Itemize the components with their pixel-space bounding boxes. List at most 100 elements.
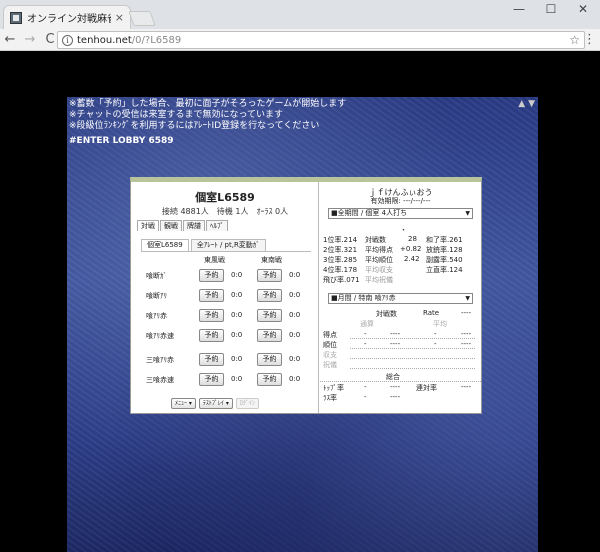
tab-watch[interactable]: 観戦 xyxy=(160,220,182,231)
stat-deal-in-rate: 放銃率.128 xyxy=(426,246,463,254)
browser-menu-icon[interactable]: ⋮ xyxy=(583,32,596,47)
col-east-header: 東風戦 xyxy=(204,256,225,264)
tab-close-icon[interactable]: × xyxy=(115,11,124,24)
rule-name: 喰ｱﾘ赤速 xyxy=(146,332,174,340)
east-count: 0:0 xyxy=(231,291,243,299)
reserve-south-button[interactable]: 予約 xyxy=(257,269,282,282)
url-text[interactable]: tenhou.net/0/?L6589 xyxy=(77,35,569,46)
browser-tab[interactable]: オンライン対戦麻雀 天鳳 / × xyxy=(3,5,131,29)
rule-row: 喰ｱﾘ赤 予約 0:0 予約 0:0 xyxy=(141,308,311,324)
last-rate-label: ﾗｽ率 xyxy=(323,394,337,402)
back-icon[interactable]: ← xyxy=(0,32,20,47)
cell-dashes: ---- xyxy=(390,330,401,338)
row-income-label: 収支 xyxy=(323,351,337,359)
cell-dash: - xyxy=(434,340,437,348)
cell-dash: - xyxy=(364,340,367,348)
reserve-south-button[interactable]: 予約 xyxy=(257,289,282,302)
info-icon[interactable]: i xyxy=(62,34,73,46)
reserve-south-button[interactable]: 予約 xyxy=(257,329,282,342)
tab-log[interactable]: 牌譜 xyxy=(183,220,205,231)
chevron-down-icon: ▼ xyxy=(465,295,470,302)
cell-dashes: ---- xyxy=(461,340,472,348)
forward-icon[interactable]: → xyxy=(20,32,40,47)
stat-games-label: 対戦数 xyxy=(365,236,386,244)
rule-row: 三喰赤速 予約 0:0 予約 0:0 xyxy=(141,372,311,388)
reserve-east-button[interactable]: 予約 xyxy=(199,269,224,282)
renpai-label: 連対率 xyxy=(416,384,437,392)
page-viewport: ※蓄数「予約」した場合、最初に面子がそろったゲームが開始します ※チャットの受信… xyxy=(0,52,600,552)
reserve-south-button[interactable]: 予約 xyxy=(257,353,282,366)
stat-win-rate: 和了率.261 xyxy=(426,236,463,244)
stat-bust-rate: 飛び率.071 xyxy=(323,276,360,284)
tab-play[interactable]: 対戦 xyxy=(137,220,159,231)
cell-dashes: ---- xyxy=(390,393,401,401)
reservation-grid: 東風戦 東南戦 喰断ｶﾞ 予約 0:0 予約 0:0 喰断ｱﾘ 予約 0:0 予… xyxy=(141,251,311,401)
east-count: 0:0 xyxy=(231,375,243,383)
cell-dashes: ---- xyxy=(461,383,472,391)
reserve-east-button[interactable]: 予約 xyxy=(199,373,224,386)
chevron-down-icon: ▼ xyxy=(465,210,470,217)
rule-row: 喰ｱﾘ赤速 予約 0:0 予約 0:0 xyxy=(141,328,311,344)
reserve-south-button[interactable]: 予約 xyxy=(257,309,282,322)
divider-line xyxy=(320,381,481,382)
subtab-all-alert[interactable]: 全ｱﾚｰﾄ / pt,R変動ｶﾞ xyxy=(190,239,266,251)
south-count: 0:0 xyxy=(289,291,301,299)
reserve-east-button[interactable]: 予約 xyxy=(199,309,224,322)
new-tab-button[interactable] xyxy=(128,11,156,26)
divider-line xyxy=(350,338,475,339)
rule-row: 三喰ｱﾘ赤 予約 0:0 予約 0:0 xyxy=(141,352,311,368)
cell-dashes: ---- xyxy=(390,383,401,391)
tab-help[interactable]: ﾍﾙﾌﾟ xyxy=(206,220,228,231)
game-canvas: ※蓄数「予約」した場合、最初に面子がそろったゲームが開始します ※チャットの受信… xyxy=(67,97,538,552)
maximize-button[interactable]: ☐ xyxy=(536,0,566,18)
stat-avg-score-label: 平均得点 xyxy=(365,246,393,254)
rule-name: 三喰ｱﾘ赤 xyxy=(146,356,174,364)
testplay-button[interactable]: ﾃｽﾄﾌﾟﾚｲ ▾ xyxy=(198,398,233,409)
divider-line xyxy=(350,348,475,349)
avg-subheader: 平均 xyxy=(433,320,447,328)
games-header: 対戦数 xyxy=(376,310,397,318)
lobby-tabs: 対戦 観戦 牌譜 ﾍﾙﾌﾟ xyxy=(137,220,229,232)
stat-avg-income-label: 平均収支 xyxy=(365,266,393,274)
top-rate-label: ﾄｯﾌﾟ率 xyxy=(323,384,344,392)
row-bonus-label: 祝儀 xyxy=(323,361,337,369)
stat-4th-rate: 4位率.178 xyxy=(323,266,358,274)
notice-line: ※チャットの受信は来室するまで無効になっています xyxy=(69,110,284,120)
stat-2nd-rate: 2位率.321 xyxy=(323,246,358,254)
subtab-private-room[interactable]: 個室L6589 xyxy=(141,239,189,251)
sound-toggle-icon[interactable]: ▲ ▼ xyxy=(518,99,535,109)
east-count: 0:0 xyxy=(231,355,243,363)
cell-dashes: ---- xyxy=(461,330,472,338)
east-count: 0:0 xyxy=(231,311,243,319)
south-count: 0:0 xyxy=(289,331,301,339)
tenhou-favicon-icon xyxy=(10,11,22,24)
enter-lobby-text: #ENTER LOBBY 6589 xyxy=(69,136,174,146)
bookmark-star-icon[interactable]: ☆ xyxy=(569,33,580,47)
rule-name: 喰断ｶﾞ xyxy=(146,272,167,280)
menu-button[interactable]: ﾒﾆｭｰ ▾ xyxy=(171,398,196,409)
divider-line xyxy=(350,358,475,359)
rate-header: Rate xyxy=(423,309,440,317)
lobby-bottom-buttons: ﾒﾆｭｰ ▾ ﾃｽﾄﾌﾟﾚｲ ▾ ﾛｸﾞｲﾝ xyxy=(171,398,259,409)
rule-name: 三喰赤速 xyxy=(146,376,174,384)
south-count: 0:0 xyxy=(289,355,301,363)
notice-text: ※蓄数「予約」した場合、最初に面子がそろったゲームが開始します ※チャットの受信… xyxy=(69,99,346,132)
login-button[interactable]: ﾛｸﾞｲﾝ xyxy=(235,398,259,409)
notice-line: ※段級位ﾗﾝｷﾝｸﾞを利用するにはｱﾚｰﾄID登録を行なってください xyxy=(69,121,320,131)
tab-strip: オンライン対戦麻雀 天鳳 / × — ☐ ✕ xyxy=(0,0,600,29)
reserve-east-button[interactable]: 予約 xyxy=(199,289,224,302)
close-window-button[interactable]: ✕ xyxy=(568,0,598,18)
reserve-east-button[interactable]: 予約 xyxy=(199,329,224,342)
rule-select[interactable]: ■月間 / 特南 喰ｱﾘ赤 ▼ xyxy=(328,293,473,304)
cell-dash: - xyxy=(364,393,367,401)
stat-1st-rate: 1位率.214 xyxy=(323,236,358,244)
stat-avg-rank-value: 2.42 xyxy=(404,255,420,263)
minimize-button[interactable]: — xyxy=(504,0,534,18)
reserve-east-button[interactable]: 予約 xyxy=(199,353,224,366)
cell-dash: - xyxy=(364,330,367,338)
stat-games-value: 28 xyxy=(408,235,417,243)
address-bar[interactable]: i tenhou.net/0/?L6589 ☆ xyxy=(57,31,585,49)
period-select[interactable]: ■全期間 / 個室 4人打ち ▼ xyxy=(328,208,473,219)
lobby-left-pane: 個室L6589 接続 4881人 待機 1人 ｵｰﾗｽ 0人 対戦 観戦 牌譜 … xyxy=(131,182,319,413)
reserve-south-button[interactable]: 予約 xyxy=(257,373,282,386)
